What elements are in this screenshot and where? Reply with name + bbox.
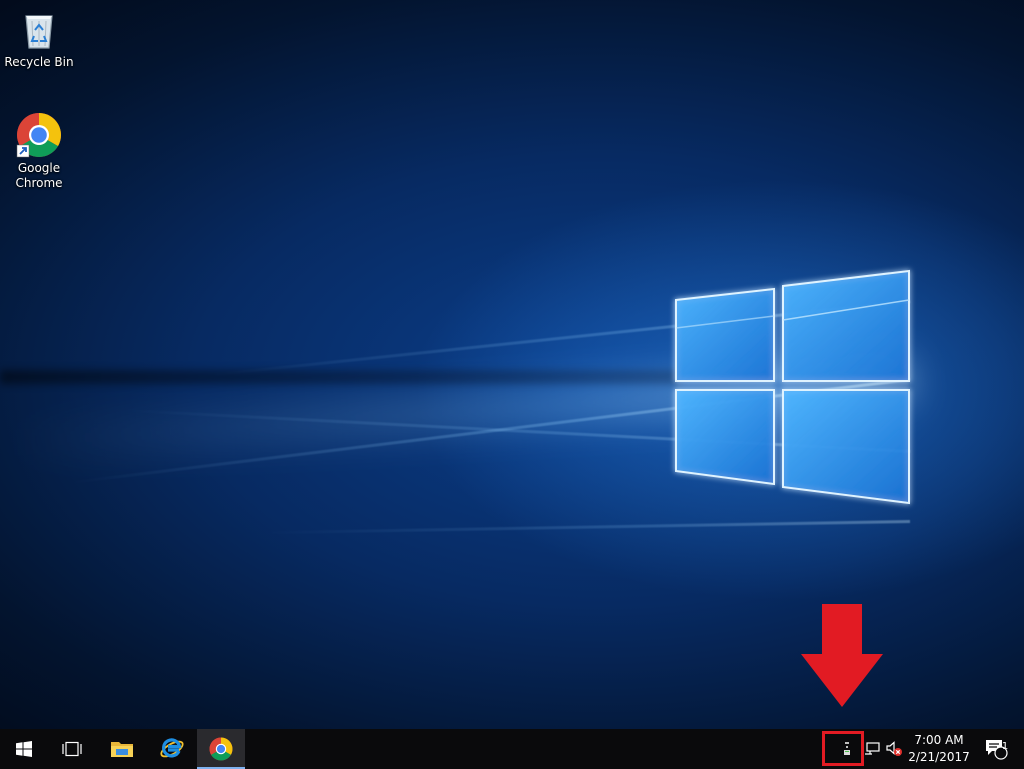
tray-network-button[interactable] — [862, 729, 882, 769]
task-view-button[interactable] — [48, 729, 96, 769]
taskbar-clock[interactable]: 7:00 AM 2/21/2017 — [904, 729, 974, 769]
red-highlight-box-annotation — [822, 731, 864, 766]
task-view-icon — [62, 741, 82, 757]
windows-start-icon — [16, 741, 32, 757]
desktop-icon-recycle-bin[interactable]: Recycle Bin — [1, 8, 77, 70]
clock-date: 2/21/2017 — [908, 750, 970, 764]
action-center-button[interactable]: 1 — [976, 729, 1016, 769]
desktop-icon-google-chrome[interactable]: Google Chrome — [1, 112, 77, 191]
logo-pane — [782, 269, 910, 382]
taskbar: 7:00 AM 2/21/2017 1 — [0, 729, 1024, 769]
clock-time: 7:00 AM — [914, 733, 964, 747]
logo-pane — [675, 389, 775, 486]
desktop-icon-label: Recycle Bin — [4, 55, 74, 69]
red-arrow-annotation — [801, 604, 883, 707]
google-chrome-taskbar-button[interactable] — [197, 729, 245, 769]
start-button[interactable] — [0, 729, 48, 769]
chrome-icon — [209, 737, 233, 761]
folder-icon — [111, 742, 133, 757]
desktop-icon-label: Google Chrome — [15, 161, 63, 190]
file-explorer-button[interactable] — [98, 729, 146, 769]
notification-count-badge: 1 — [1001, 741, 1009, 752]
chrome-icon — [16, 113, 61, 158]
volume-muted-icon — [886, 741, 902, 756]
network-icon — [865, 742, 880, 755]
logo-pane — [782, 389, 910, 505]
desktop-wallpaper[interactable]: Recycle Bin Google Chrome — [0, 0, 1024, 729]
tray-volume-button[interactable] — [884, 729, 904, 769]
internet-explorer-icon — [160, 738, 184, 758]
recycle-bin-icon — [25, 15, 53, 49]
internet-explorer-button[interactable] — [148, 729, 196, 769]
logo-pane — [675, 287, 775, 382]
